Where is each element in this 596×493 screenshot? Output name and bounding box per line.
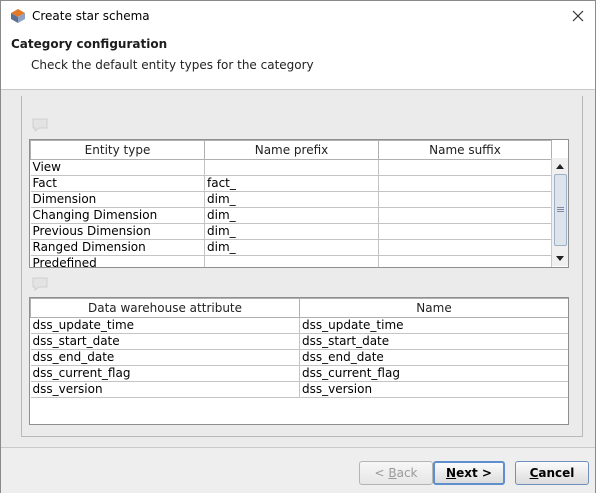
attribute-cell[interactable]: dss_current_flag [30, 365, 300, 382]
table-row[interactable]: dss_end_date dss_end_date [30, 349, 568, 366]
cancel-button-label: ancel [538, 466, 575, 480]
title-bar: Create star schema [1, 1, 595, 31]
attribute-name-cell[interactable]: dss_update_time [299, 317, 568, 334]
scroll-up-arrow-icon [556, 163, 564, 169]
attribute-cell[interactable]: dss_update_time [30, 317, 300, 334]
dialog-window: Create star schema Category configuratio… [0, 0, 596, 493]
attribute-table[interactable]: Data warehouse attribute Name dss_update… [29, 297, 569, 425]
entity-type-cell[interactable]: Previous Dimension [30, 223, 205, 240]
name-prefix-cell[interactable] [204, 159, 379, 176]
back-button-label: ack [396, 466, 418, 480]
entity-type-cell[interactable]: Changing Dimension [30, 207, 205, 224]
grip-line [557, 209, 564, 210]
close-button[interactable] [563, 1, 593, 31]
name-prefix-cell[interactable] [204, 255, 379, 267]
app-logo-icon [11, 9, 25, 23]
comment-bubble-icon [32, 118, 48, 132]
name-suffix-cell[interactable] [378, 175, 552, 192]
attribute-name-cell[interactable]: dss_current_flag [299, 365, 568, 382]
back-button-prefix: < [374, 466, 389, 480]
page-title: Category configuration [11, 37, 168, 51]
table-row[interactable]: dss_start_date dss_start_date [30, 333, 568, 350]
attribute-name-cell[interactable]: dss_end_date [299, 349, 568, 366]
name-prefix-cell[interactable]: dim_ [204, 191, 379, 208]
vertical-scrollbar[interactable] [551, 158, 568, 266]
attribute-cell[interactable]: dss_start_date [30, 333, 300, 350]
wizard-header: Category configuration Check the default… [1, 31, 595, 90]
next-button-label: ext > [456, 466, 492, 480]
column-header-data-warehouse-attribute[interactable]: Data warehouse attribute [30, 298, 300, 318]
table-row[interactable]: Predefined [30, 255, 552, 267]
table-row[interactable]: Ranged Dimension dim_ [30, 239, 552, 256]
next-button-mnemonic: N [446, 466, 457, 480]
close-icon [572, 10, 584, 22]
name-suffix-cell[interactable] [378, 239, 552, 256]
name-prefix-cell[interactable]: dim_ [204, 207, 379, 224]
name-suffix-cell[interactable] [378, 191, 552, 208]
grip-line [557, 207, 564, 208]
name-suffix-cell[interactable] [378, 223, 552, 240]
table-row[interactable]: Changing Dimension dim_ [30, 207, 552, 224]
entity-type-cell[interactable]: View [30, 159, 205, 176]
table-row[interactable]: Fact fact_ [30, 175, 552, 192]
entity-type-table[interactable]: Entity type Name prefix Name suffix View… [29, 139, 569, 268]
table-row[interactable]: Dimension dim_ [30, 191, 552, 208]
column-header-name-suffix[interactable]: Name suffix [378, 140, 552, 160]
back-button-mnemonic: B [388, 466, 397, 480]
cancel-button[interactable]: Cancel [515, 461, 589, 485]
attribute-cell[interactable]: dss_end_date [30, 349, 300, 366]
comment-bubble-icon [32, 277, 48, 291]
name-suffix-cell[interactable] [378, 255, 552, 267]
back-button[interactable]: < Back [359, 461, 433, 485]
attribute-name-cell[interactable]: dss_start_date [299, 333, 568, 350]
attribute-cell[interactable]: dss_version [30, 381, 300, 398]
name-suffix-cell[interactable] [378, 207, 552, 224]
window-title: Create star schema [32, 9, 150, 23]
grip-line [557, 211, 564, 212]
scroll-down-arrow-icon [556, 255, 564, 261]
page-description: Check the default entity types for the c… [31, 58, 314, 72]
scroll-down-button[interactable] [552, 250, 568, 266]
name-prefix-cell[interactable]: fact_ [204, 175, 379, 192]
next-button[interactable]: Next > [433, 461, 505, 485]
cancel-button-mnemonic: C [529, 466, 539, 480]
name-prefix-cell[interactable]: dim_ [204, 223, 379, 240]
column-header-name[interactable]: Name [299, 298, 568, 318]
scroll-up-button[interactable] [552, 158, 568, 174]
attribute-name-cell[interactable]: dss_version [299, 381, 568, 398]
table-row[interactable]: Previous Dimension dim_ [30, 223, 552, 240]
entity-type-cell[interactable]: Ranged Dimension [30, 239, 205, 256]
table-row[interactable]: View [30, 159, 552, 176]
name-suffix-cell[interactable] [378, 159, 552, 176]
column-header-entity-type[interactable]: Entity type [30, 140, 205, 160]
entity-type-cell[interactable]: Dimension [30, 191, 205, 208]
column-header-name-prefix[interactable]: Name prefix [204, 140, 379, 160]
button-bar: < Back Next > Cancel [1, 447, 595, 493]
name-prefix-cell[interactable]: dim_ [204, 239, 379, 256]
entity-type-cell[interactable]: Fact [30, 175, 205, 192]
scroll-thumb[interactable] [554, 174, 567, 246]
table-row[interactable]: dss_current_flag dss_current_flag [30, 365, 568, 382]
table-row[interactable]: dss_version dss_version [30, 381, 568, 398]
entity-type-cell[interactable]: Predefined [30, 255, 205, 267]
table-row[interactable]: dss_update_time dss_update_time [30, 317, 568, 334]
